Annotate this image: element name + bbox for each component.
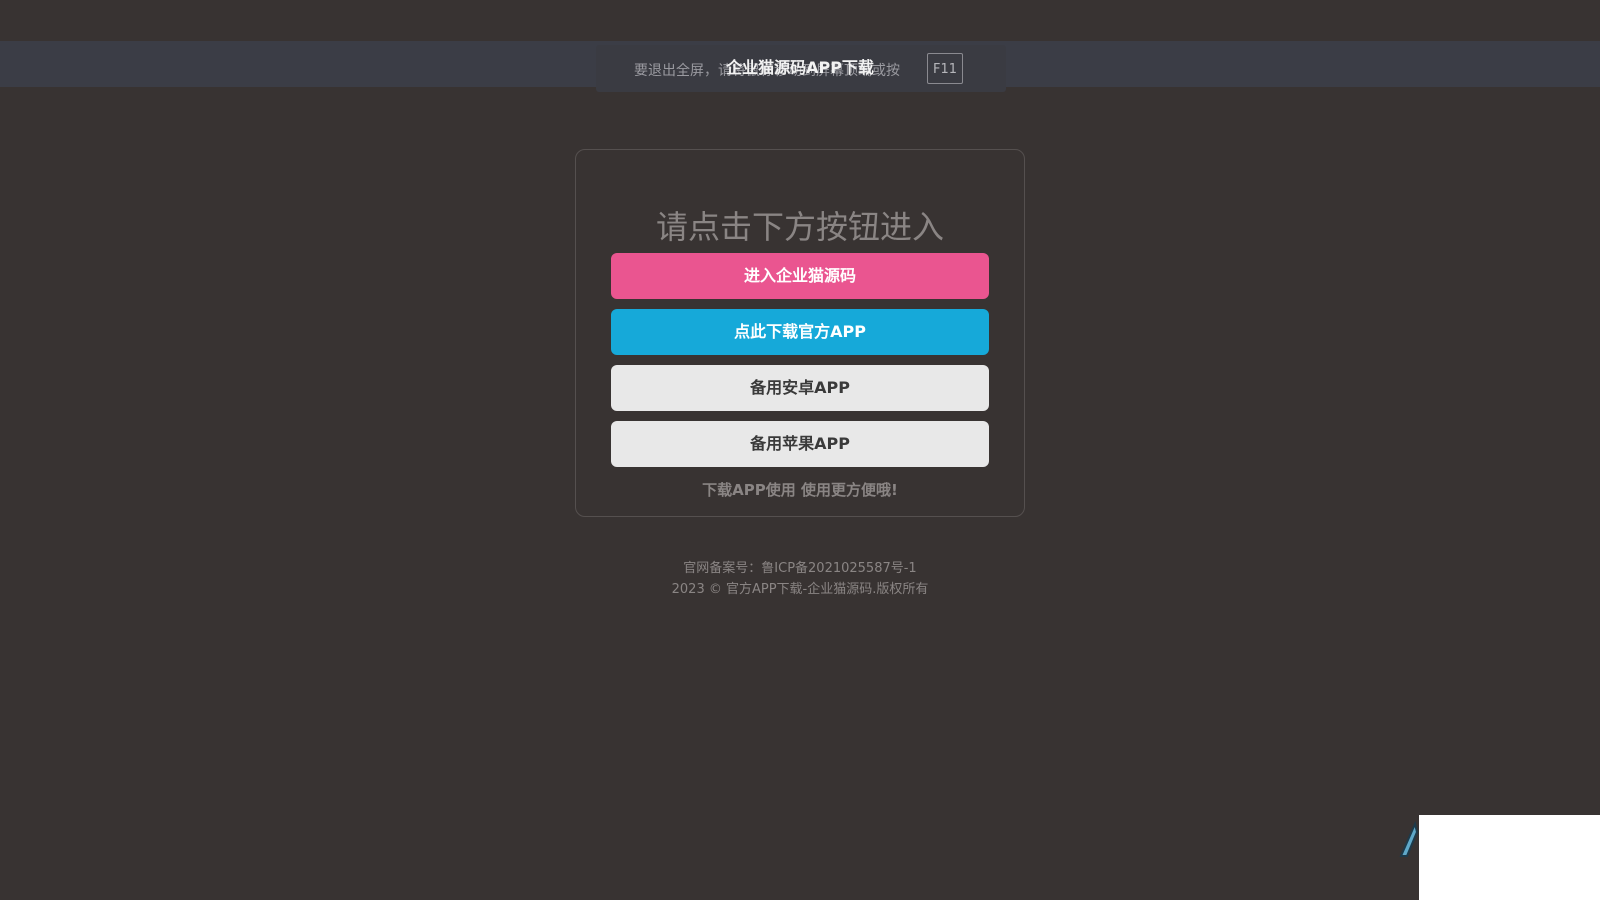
download-official-app-button[interactable]: 点此下载官方APP (611, 309, 989, 355)
corner-logo-icon (1399, 820, 1421, 860)
corner-widget (1419, 815, 1600, 900)
backup-ios-app-button[interactable]: 备用苹果APP (611, 421, 989, 467)
card-tip: 下载APP使用 使用更方便哦! (702, 481, 898, 499)
enter-site-button[interactable]: 进入企业猫源码 (611, 253, 989, 299)
page: 要退出全屏，请将鼠标移动到屏幕顶端或按 F11 企业猫源码APP下载 请点击下方… (0, 0, 1600, 900)
copyright: 2023 © 官方APP下载-企业猫源码.版权所有 (671, 582, 929, 597)
site-title: 企业猫源码APP下载 (726, 58, 874, 77)
card-heading: 请点击下方按钮进入 (655, 208, 944, 246)
footer: 官网备案号：鲁ICP备2021025587号-1 2023 © 官方APP下载-… (500, 558, 1100, 600)
backup-android-app-button[interactable]: 备用安卓APP (611, 365, 989, 411)
entry-card: 请点击下方按钮进入 进入企业猫源码 点此下载官方APP 备用安卓APP 备用苹果… (575, 149, 1025, 517)
icp-record[interactable]: 官网备案号：鲁ICP备2021025587号-1 (500, 558, 1100, 579)
